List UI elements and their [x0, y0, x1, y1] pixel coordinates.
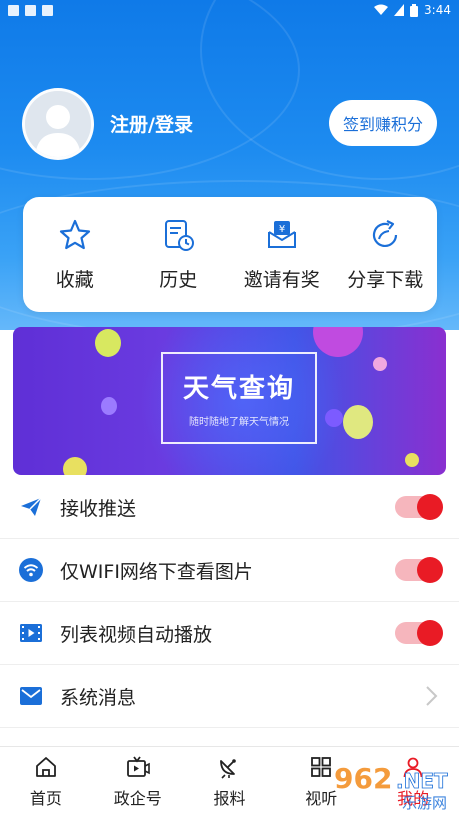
quick-action-invite[interactable]: ¥ 邀请有奖	[232, 217, 332, 292]
nav-item-report[interactable]: 报料	[184, 747, 276, 809]
wifi-signal-icon	[374, 4, 389, 15]
settings-list: 接收推送 仅WIFI网络下查看图片 列表视频自动播放 系统消息	[0, 476, 459, 728]
toggle-knob	[417, 620, 443, 646]
satellite-dish-icon	[220, 759, 237, 779]
video-icon	[18, 620, 44, 646]
status-time: 3:44	[424, 3, 451, 17]
banner-bubble	[95, 329, 121, 357]
setting-label: 仅WIFI网络下查看图片	[60, 560, 253, 583]
banner-bubble	[63, 457, 87, 475]
login-register-link[interactable]: 注册/登录	[110, 110, 193, 137]
watermark-logo: 962 .NET 乐游网	[334, 762, 448, 812]
nav-item-home[interactable]: 首页	[0, 747, 92, 809]
banner-bubble	[405, 453, 419, 467]
wifi-images-toggle[interactable]	[395, 557, 443, 583]
quick-action-favorites[interactable]: 收藏	[25, 217, 125, 292]
nav-item-gov[interactable]: 政企号	[92, 747, 184, 809]
setting-row-system-messages[interactable]: 系统消息	[0, 665, 459, 728]
quick-actions-card: 收藏 历史 ¥ 邀请有奖 分享下载	[23, 197, 437, 312]
notification-icon	[8, 4, 19, 16]
quick-action-history[interactable]: 历史	[128, 217, 228, 292]
send-icon	[18, 494, 44, 520]
status-bar: 3:44	[0, 0, 459, 20]
quick-action-label: 历史	[159, 269, 198, 291]
decorative-wave	[200, 0, 459, 180]
setting-label: 系统消息	[60, 686, 137, 709]
setting-label: 接收推送	[60, 497, 137, 520]
svg-text:.NET: .NET	[396, 769, 448, 793]
quick-action-share[interactable]: 分享下载	[335, 217, 435, 292]
nav-label: 首页	[29, 789, 62, 808]
setting-label: 列表视频自动播放	[60, 623, 213, 646]
mail-icon	[18, 683, 44, 709]
quick-action-label: 收藏	[55, 269, 94, 291]
avatar[interactable]	[22, 88, 94, 160]
cellular-signal-icon	[394, 4, 405, 16]
svg-text:乐游网: 乐游网	[402, 794, 447, 812]
share-icon	[373, 220, 398, 247]
home-icon	[35, 757, 56, 777]
battery-icon	[410, 3, 419, 17]
banner-bubble	[325, 409, 343, 427]
svg-text:962: 962	[334, 762, 392, 795]
banner-bubble	[343, 405, 373, 439]
weather-banner[interactable]: 天气查询 随时随地了解天气情况	[13, 327, 446, 475]
default-avatar-icon	[25, 91, 91, 157]
nav-label: 报料	[213, 789, 246, 808]
chevron-right-icon	[426, 686, 438, 706]
setting-row-autoplay: 列表视频自动播放	[0, 602, 459, 665]
tv-icon	[126, 756, 150, 777]
toggle-knob	[417, 494, 443, 520]
wifi-icon	[18, 557, 44, 583]
setting-row-wifi-images: 仅WIFI网络下查看图片	[0, 539, 459, 602]
banner-subtitle: 随时随地了解天气情况	[189, 417, 289, 428]
banner-bubble	[373, 357, 387, 371]
toggle-knob	[417, 557, 443, 583]
signin-points-button[interactable]: 签到赚积分	[329, 100, 437, 146]
nav-label: 政企号	[113, 789, 162, 808]
invite-icon: ¥	[267, 221, 296, 248]
banner-bubble	[101, 397, 117, 415]
star-icon	[59, 219, 90, 250]
notification-icons	[8, 4, 53, 16]
autoplay-toggle[interactable]	[395, 620, 443, 646]
banner-frame: 天气查询 随时随地了解天气情况	[161, 352, 317, 444]
notification-icon	[25, 4, 36, 16]
history-icon	[165, 220, 195, 251]
setting-row-push: 接收推送	[0, 476, 459, 539]
banner-title: 天气查询	[182, 374, 295, 404]
quick-action-label: 分享下载	[347, 269, 424, 291]
push-toggle[interactable]	[395, 494, 443, 520]
svg-text:¥: ¥	[279, 224, 285, 235]
quick-action-label: 邀请有奖	[243, 269, 320, 291]
notification-icon	[42, 4, 53, 16]
